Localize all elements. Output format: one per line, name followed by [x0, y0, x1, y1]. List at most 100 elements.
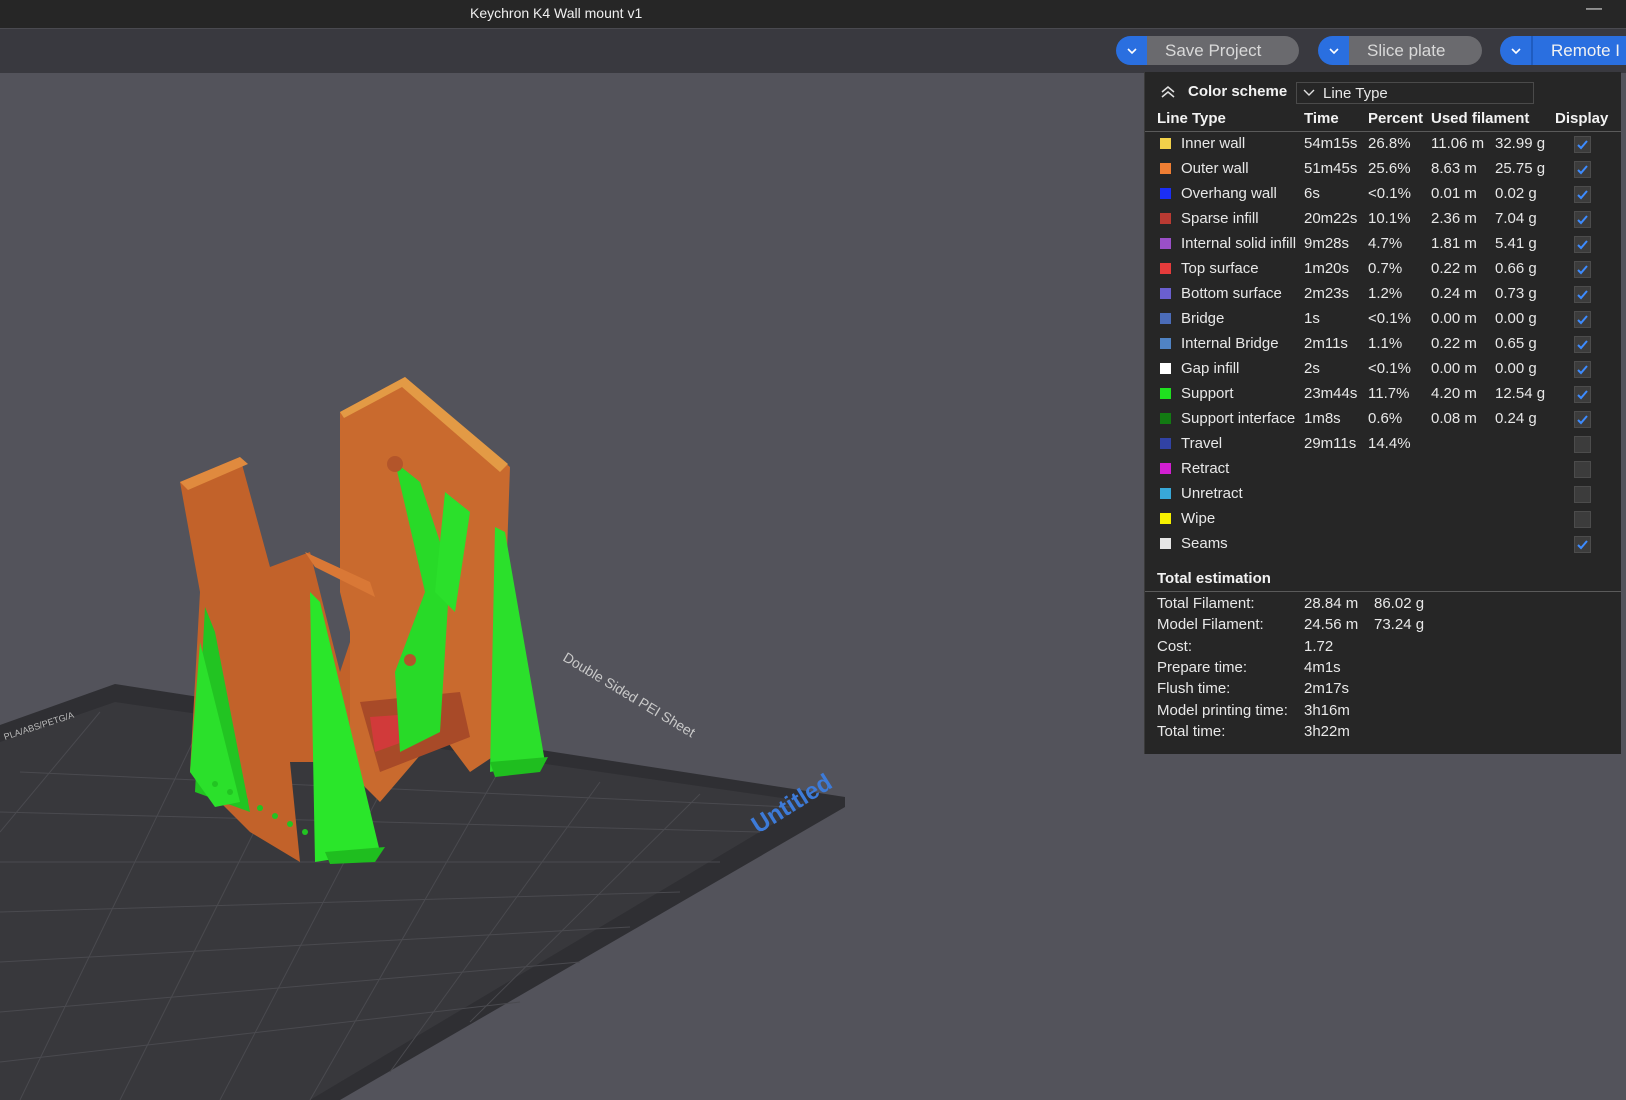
line-type-grams: 0.73 g: [1495, 285, 1537, 302]
line-type-time: 20m22s: [1304, 210, 1358, 227]
list-item: Inner wall 54m15s 26.8% 11.06 m 32.99 g: [1145, 132, 1621, 157]
display-checkbox[interactable]: [1574, 261, 1591, 278]
header-time: Time: [1304, 110, 1339, 127]
save-project-dropdown[interactable]: [1116, 36, 1147, 65]
line-type-grams: 0.65 g: [1495, 335, 1537, 352]
display-checkbox[interactable]: [1574, 136, 1591, 153]
chevron-down-icon: [1126, 47, 1137, 54]
line-type-name: Wipe: [1181, 510, 1216, 527]
display-checkbox[interactable]: [1574, 411, 1591, 428]
line-type-time: 1m8s: [1304, 410, 1341, 427]
color-scheme-select[interactable]: Line Type: [1296, 82, 1534, 104]
line-type-grams: 0.66 g: [1495, 260, 1537, 277]
title-bar: Keychron K4 Wall mount v1 —: [0, 0, 1626, 28]
line-type-time: 2m11s: [1304, 335, 1348, 352]
line-type-percent: 14.4%: [1368, 435, 1411, 452]
line-type-meters: 0.22 m: [1431, 335, 1477, 352]
list-item: Wipe: [1145, 507, 1621, 532]
chevron-down-icon: [1510, 47, 1521, 54]
list-item: Sparse infill 20m22s 10.1% 2.36 m 7.04 g: [1145, 207, 1621, 232]
line-type-meters: 0.08 m: [1431, 410, 1477, 427]
line-type-meters: 0.22 m: [1431, 260, 1477, 277]
line-type-grams: 5.41 g: [1495, 235, 1537, 252]
display-checkbox[interactable]: [1574, 286, 1591, 303]
total-label: Total Filament:: [1157, 595, 1255, 612]
line-type-meters: 0.00 m: [1431, 360, 1477, 377]
line-type-name: Overhang wall: [1181, 185, 1277, 202]
total-label: Cost:: [1157, 637, 1193, 655]
display-checkbox[interactable]: [1574, 511, 1591, 528]
display-checkbox[interactable]: [1574, 436, 1591, 453]
header-percent: Percent: [1368, 110, 1424, 127]
list-item: Retract: [1145, 457, 1621, 482]
display-checkbox[interactable]: [1574, 361, 1591, 378]
list-item: Gap infill 2s <0.1% 0.00 m 0.00 g: [1145, 357, 1621, 382]
checkmark-icon: [1577, 265, 1588, 275]
total-value-secondary: 73.24 g: [1374, 616, 1425, 634]
line-type-meters: 11.06 m: [1431, 135, 1485, 152]
line-type-percent: <0.1%: [1368, 185, 1411, 202]
line-type-time: 51m45s: [1304, 160, 1358, 177]
line-type-list: Inner wall 54m15s 26.8% 11.06 m 32.99 g Outer…: [1145, 132, 1621, 557]
color-swatch: [1160, 263, 1171, 274]
line-type-time: 54m15s: [1304, 135, 1358, 152]
display-checkbox[interactable]: [1574, 311, 1591, 328]
line-type-time: 1s: [1304, 310, 1320, 327]
line-type-percent: 0.6%: [1368, 410, 1403, 427]
display-checkbox[interactable]: [1574, 536, 1591, 553]
line-type-grams: 25.75 g: [1495, 160, 1546, 177]
line-type-percent: 0.7%: [1368, 260, 1403, 277]
color-swatch: [1160, 538, 1171, 549]
collapse-chevron-icon[interactable]: [1159, 84, 1177, 100]
color-swatch: [1160, 438, 1171, 449]
checkmark-icon: [1577, 365, 1588, 375]
minimize-button[interactable]: —: [1586, 0, 1602, 18]
display-checkbox[interactable]: [1574, 236, 1591, 253]
slice-plate-button[interactable]: Slice plate: [1349, 36, 1482, 65]
header-display: Display: [1555, 110, 1609, 127]
line-type-grams: 0.00 g: [1495, 360, 1537, 377]
display-checkbox[interactable]: [1574, 461, 1591, 478]
line-type-name: Gap infill: [1181, 360, 1240, 377]
color-swatch: [1160, 388, 1171, 399]
display-checkbox[interactable]: [1574, 161, 1591, 178]
line-type-time: 9m28s: [1304, 235, 1350, 252]
checkmark-icon: [1577, 140, 1588, 150]
window-title: Keychron K4 Wall mount v1: [470, 5, 643, 21]
remote-print-button[interactable]: Remote I: [1531, 36, 1626, 65]
line-type-percent: <0.1%: [1368, 360, 1411, 377]
legend-panel: Color scheme Line Type Line Type Time Pe…: [1144, 72, 1621, 754]
color-swatch: [1160, 363, 1171, 374]
line-type-name: Seams: [1181, 535, 1228, 552]
display-checkbox[interactable]: [1574, 186, 1591, 203]
checkmark-icon: [1577, 390, 1588, 400]
display-checkbox[interactable]: [1574, 386, 1591, 403]
checkmark-icon: [1577, 340, 1588, 350]
line-type-grams: 0.00 g: [1495, 310, 1537, 327]
line-type-grams: 7.04 g: [1495, 210, 1537, 227]
display-checkbox[interactable]: [1574, 211, 1591, 228]
remote-dropdown[interactable]: [1500, 36, 1531, 65]
color-swatch: [1160, 188, 1171, 199]
color-swatch: [1160, 488, 1171, 499]
total-label: Prepare time:: [1157, 658, 1248, 676]
line-type-percent: 1.1%: [1368, 335, 1403, 352]
line-type-name: Internal solid infill: [1181, 235, 1297, 252]
color-scheme-value: Line Type: [1323, 85, 1388, 102]
line-type-name: Bottom surface: [1181, 285, 1282, 302]
line-type-percent: 1.2%: [1368, 285, 1403, 302]
total-label: Flush time:: [1157, 680, 1231, 698]
display-checkbox[interactable]: [1574, 486, 1591, 503]
color-swatch: [1160, 463, 1171, 474]
line-type-name: Top surface: [1181, 260, 1259, 277]
display-checkbox[interactable]: [1574, 336, 1591, 353]
total-value-secondary: 86.02 g: [1374, 595, 1425, 612]
line-type-time: 23m44s: [1304, 385, 1358, 402]
save-project-button[interactable]: Save Project: [1147, 36, 1299, 65]
line-type-name: Travel: [1181, 435, 1223, 452]
line-type-time: 6s: [1304, 185, 1320, 202]
list-item: Internal solid infill 9m28s 4.7% 1.81 m 5.41…: [1145, 232, 1621, 257]
line-type-name: Support: [1181, 385, 1234, 402]
slice-plate-dropdown[interactable]: [1318, 36, 1349, 65]
checkmark-icon: [1577, 165, 1588, 175]
